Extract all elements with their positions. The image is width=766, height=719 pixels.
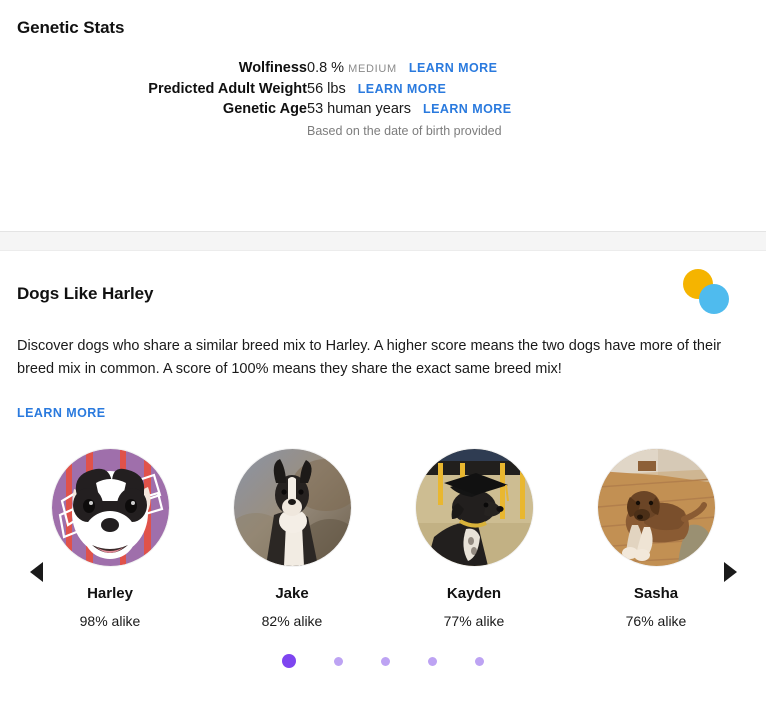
dog-photo-kayden [415,449,533,566]
chevron-left-icon [29,562,43,582]
dog-score: 76% alike [625,613,687,629]
dogs-like-panel: Dogs Like Harley Discover dogs who share… [0,251,766,669]
dog-photo-jake [233,449,351,566]
table-row: Predicted Adult Weight 56 lbs LEARN MORE [0,79,766,99]
stat-value-cell-genetic-age: 53 human years LEARN MORE Based on the da… [307,99,766,139]
stat-note-genetic-age: Based on the date of birth provided [307,124,502,138]
stat-value-cell-wolfiness: 0.8 % MEDIUM LEARN MORE [307,58,766,79]
dog-score: 82% alike [261,613,323,629]
carousel-next-button[interactable] [719,561,741,583]
dog-name: Harley [87,585,133,602]
avatar [51,449,169,566]
dogs-like-description: Discover dogs who share a similar breed … [17,338,722,377]
list-item[interactable]: Sasha 76% alike [597,449,715,631]
table-row: Wolfiness 0.8 % MEDIUM LEARN MORE [0,58,766,79]
carousel-prev-button[interactable] [25,561,47,583]
stat-value-wolfiness: 0.8 % [307,60,345,76]
learn-more-link-predicted-adult-weight[interactable]: LEARN MORE [358,82,447,96]
dog-name: Kayden [446,585,502,602]
stat-qualifier-wolfiness: MEDIUM [348,63,397,75]
pagination-dot-3[interactable] [381,656,390,666]
venn-diagram-icon [683,269,731,315]
carousel-pagination [17,653,749,669]
avatar [233,449,351,566]
avatar [597,449,715,566]
table-row: Genetic Age 53 human years LEARN MORE Bas… [0,99,766,139]
learn-more-link-genetic-age[interactable]: LEARN MORE [423,102,512,116]
page-title: Genetic Stats [17,18,125,37]
chevron-right-icon [723,562,737,582]
stat-value-genetic-age: 53 human years [307,101,411,117]
dogs-list: Harley 98% alike Jake 82% alike Kayden 7… [34,449,733,631]
learn-more-link-wolfiness[interactable]: LEARN MORE [409,61,498,75]
pagination-dot-4[interactable] [428,656,437,666]
page-root: Genetic Stats Wolfiness 0.8 % MEDIUM LEARN… [0,0,766,719]
stat-label-wolfiness: Wolfiness [238,60,307,76]
stat-label-genetic-age: Genetic Age [222,101,307,117]
pagination-dot-5[interactable] [475,656,484,666]
dog-name: Jake [275,585,309,602]
stat-value-predicted-adult-weight: 56 lbs [307,81,346,97]
dogs-carousel: Harley 98% alike Jake 82% alike Kayden 7… [17,449,749,631]
genetic-stats-panel: Genetic Stats Wolfiness 0.8 % MEDIUM LEARN… [0,0,766,231]
dog-name: Sasha [633,585,679,602]
dogs-like-header: Dogs Like Harley [17,269,749,315]
stat-label-predicted-adult-weight: Predicted Adult Weight [148,81,307,97]
dogs-like-title: Dogs Like Harley [17,284,154,303]
dog-photo-sasha [597,449,715,566]
dog-score: 77% alike [443,613,505,629]
list-item[interactable]: Harley 98% alike [51,449,169,631]
section-divider [0,231,766,251]
venn-blue-circle [699,284,729,314]
list-item[interactable]: Jake 82% alike [233,449,351,631]
stat-value-cell-predicted-adult-weight: 56 lbs LEARN MORE [307,79,766,99]
dog-score: 98% alike [79,613,141,629]
pagination-dot-2[interactable] [334,656,343,666]
pagination-dot-1[interactable] [282,654,296,668]
learn-more-link-dogs-like[interactable]: LEARN MORE [17,406,106,420]
avatar [415,449,533,566]
list-item[interactable]: Kayden 77% alike [415,449,533,631]
dog-photo-harley [51,449,169,566]
genetic-stats-table: Wolfiness 0.8 % MEDIUM LEARN MORE Predicte… [0,58,766,139]
